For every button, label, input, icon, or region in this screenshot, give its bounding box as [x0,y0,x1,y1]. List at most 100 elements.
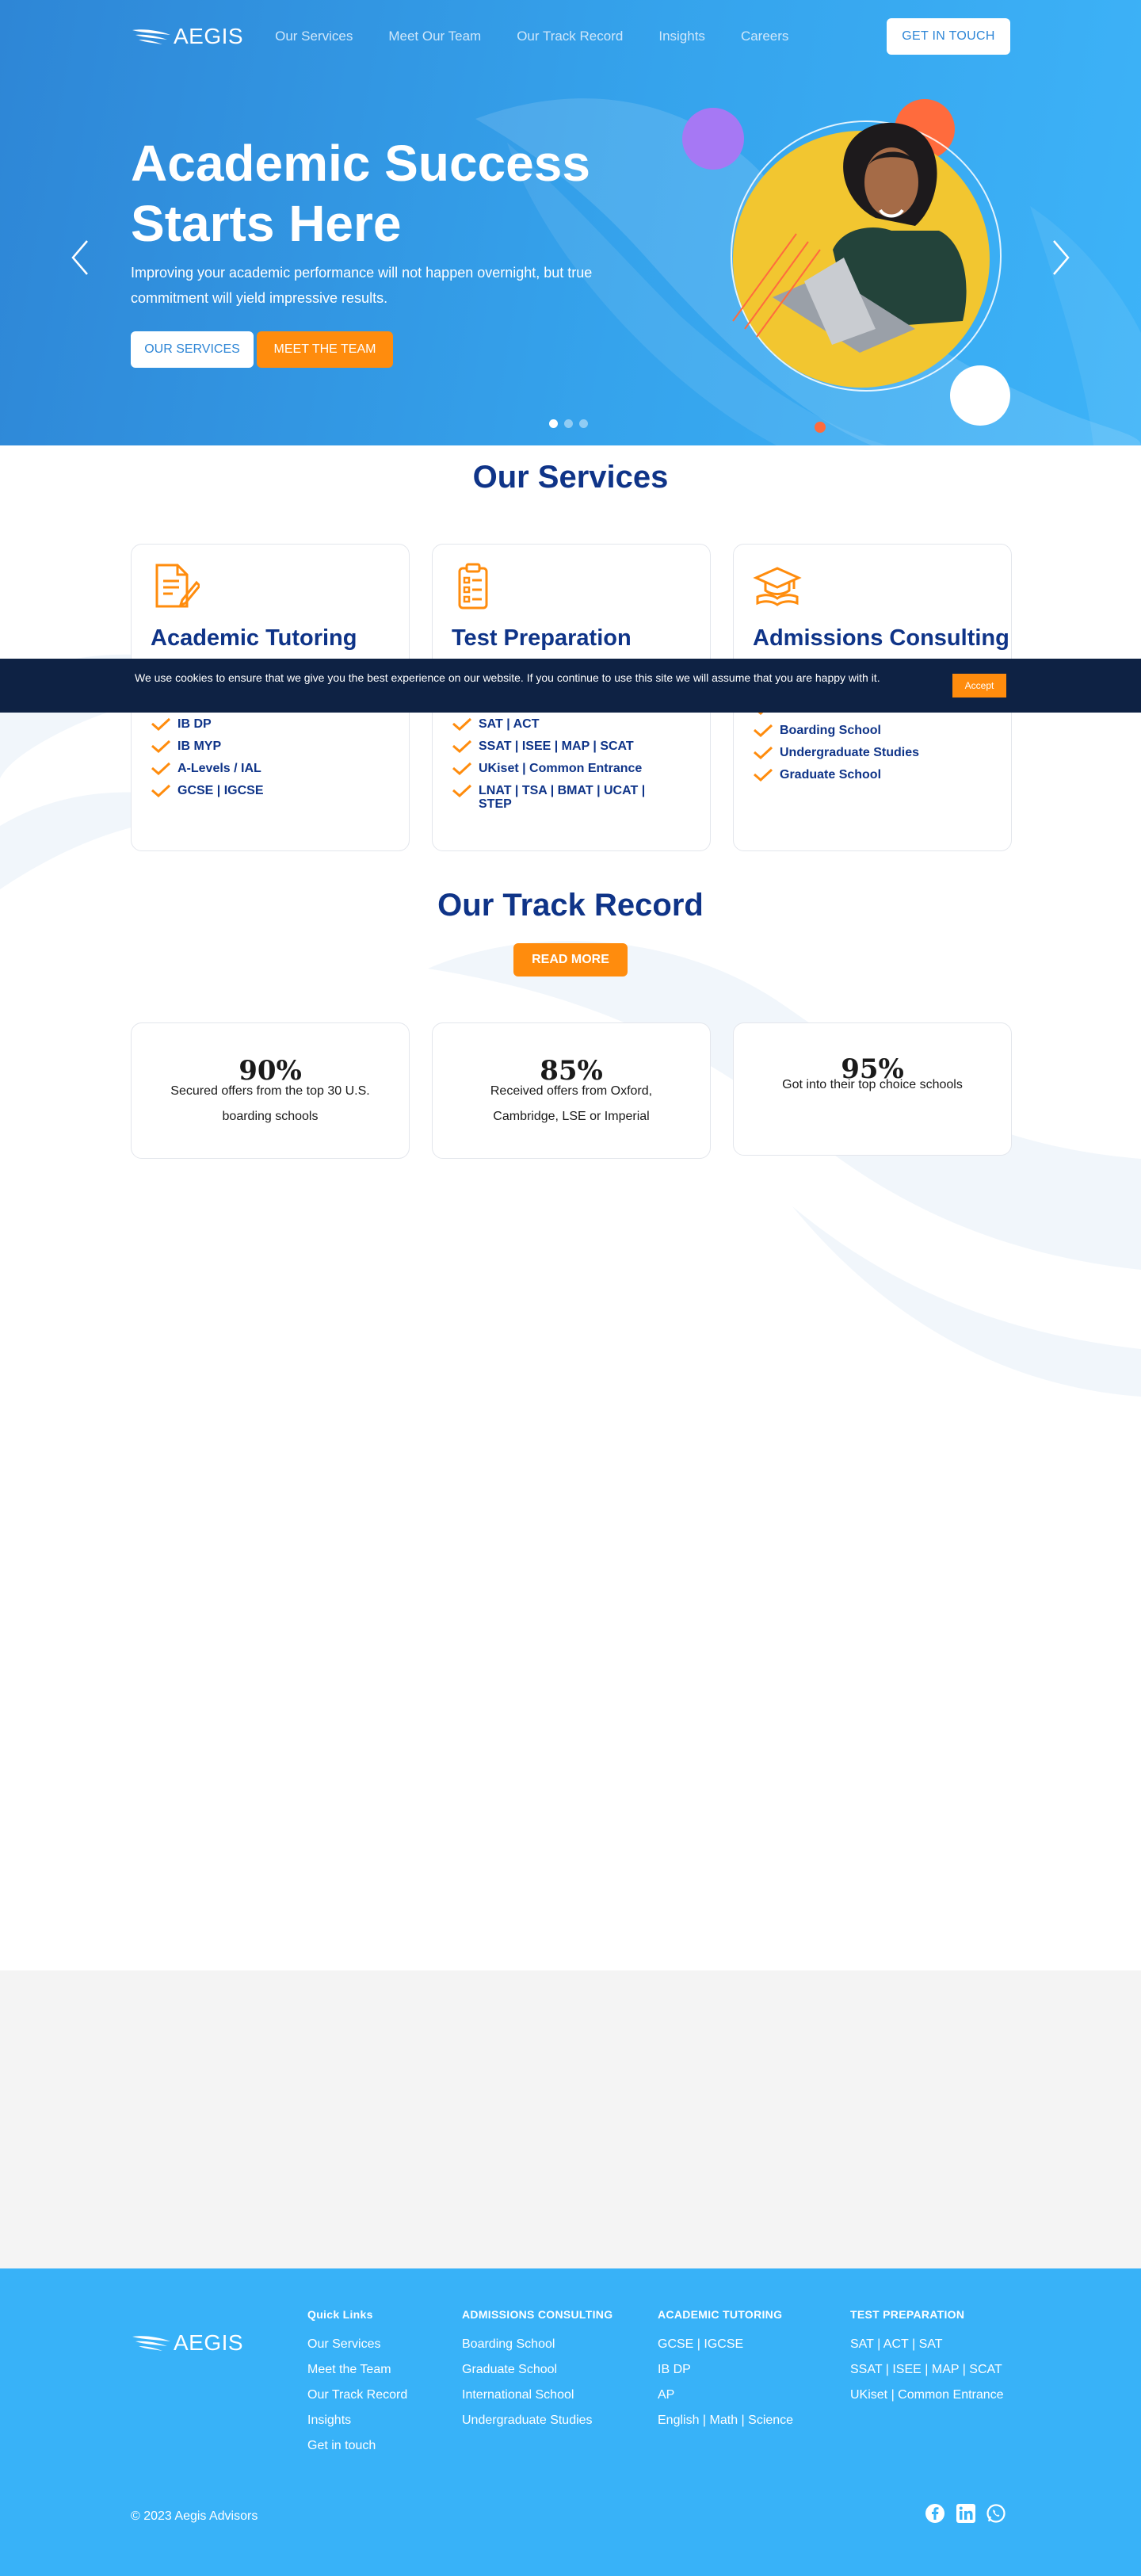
card-title: Admissions Consulting [753,625,1009,651]
chevron-left-icon[interactable] [68,238,92,277]
carousel-dots [549,419,594,428]
carousel-dot-1[interactable] [549,419,558,428]
footer-link[interactable]: SAT | ACT | SAT [850,2332,1004,2357]
hero-illustration [682,99,1010,433]
footer-col-title: Quick Links [307,2308,373,2321]
document-pen-icon [155,564,200,608]
footer-link[interactable]: Graduate School [462,2357,612,2383]
meet-the-team-button[interactable]: MEET THE TEAM [257,331,393,368]
check-icon [452,740,472,753]
hero-subtitle: Improving your academic performance will… [131,265,593,306]
chevron-right-icon[interactable] [1049,238,1073,277]
read-more-button[interactable]: READ MORE [513,943,628,977]
grey-section [0,1970,1141,2268]
stat-text: Received offers from Oxford, Cambridge, … [490,1084,653,1123]
list-item: UKiset | Common Entrance [452,762,666,775]
services-title: Our Services [472,460,669,495]
check-icon [151,717,171,731]
stat-card: 95% Got into their top choice schools [733,1022,1012,1156]
hero-banner: AEGIS Our Services Meet Our Team Our Tra… [0,0,1141,445]
check-icon [452,784,472,797]
orange-dot-decoration [815,422,826,433]
get-in-touch-button[interactable]: GET IN TOUCH [887,18,1010,55]
footer-col-tutoring: ACADEMIC TUTORING GCSE | IGCSE IB DP AP … [658,2308,793,2433]
nav-our-services[interactable]: Our Services [275,29,353,44]
footer-link[interactable]: UKiset | Common Entrance [850,2383,1004,2408]
list-item: LNAT | TSA | BMAT | UCAT | STEP [452,784,666,811]
nav-our-track-record[interactable]: Our Track Record [517,29,623,44]
footer-col-title: TEST PREPARATION [850,2308,965,2321]
wing-logo-icon [132,2336,170,2351]
list-item: IB MYP [151,740,264,753]
check-icon [754,746,773,759]
top-navigation: AEGIS Our Services Meet Our Team Our Tra… [131,17,1010,55]
footer-col-quick-links: Quick Links Our Services Meet the Team O… [307,2308,407,2459]
stat-text: Got into their top choice schools [782,1078,963,1091]
footer-link[interactable]: IB DP [658,2357,793,2383]
aegis-logo[interactable]: AEGIS [131,24,243,49]
purple-circle-decoration [682,108,744,170]
footer-link[interactable]: SSAT | ISEE | MAP | SCAT [850,2357,1004,2383]
service-list: International School Boarding School Und… [753,701,919,790]
list-item: Boarding School [753,724,919,737]
footer-link[interactable]: AP [658,2383,793,2408]
footer-link[interactable]: Boarding School [462,2332,612,2357]
hero-title: Academic Success Starts Here [131,135,590,252]
check-icon [754,724,773,737]
footer-logo[interactable]: AEGIS [131,2330,243,2356]
cookie-text: We use cookies to ensure that we give yo… [135,671,880,684]
footer: AEGIS Quick Links Our Services Meet the … [0,2268,1141,2576]
check-icon [452,762,472,775]
list-item: Graduate School [753,768,919,782]
footer-link[interactable]: Insights [307,2408,407,2433]
service-list: SAT | ACT SSAT | ISEE | MAP | SCAT UKise… [452,717,666,820]
footer-link[interactable]: Our Track Record [307,2383,407,2408]
brand-name: AEGIS [174,24,244,48]
list-item: GCSE | IGCSE [151,784,264,797]
list-item: Undergraduate Studies [753,746,919,759]
footer-link[interactable]: GCSE | IGCSE [658,2332,793,2357]
track-record-title: Our Track Record [437,888,704,923]
graduation-cap-icon [753,567,802,606]
carousel-dot-3[interactable] [579,419,588,428]
service-list: IB DP IB MYP A-Levels / IAL GCSE | IGCSE [151,717,264,806]
nav-careers[interactable]: Careers [741,29,788,44]
stat-card: 85% Received offers from Oxford, Cambrid… [432,1022,711,1159]
nav-links: Our Services Meet Our Team Our Track Rec… [275,29,824,44]
footer-link[interactable]: Undergraduate Studies [462,2408,612,2433]
list-item: IB DP [151,717,264,731]
cookie-accept-button[interactable]: Accept [952,674,1006,698]
clipboard-checklist-icon [458,563,488,610]
footer-link[interactable]: Our Services [307,2332,407,2357]
list-item: SSAT | ISEE | MAP | SCAT [452,740,666,753]
footer-link[interactable]: English | Math | Science [658,2408,793,2433]
whatsapp-icon[interactable] [986,2503,1006,2524]
check-icon [151,784,171,797]
footer-col-title: ADMISSIONS CONSULTING [462,2308,613,2321]
check-icon [151,762,171,775]
brand-name: AEGIS [174,2330,244,2355]
footer-link[interactable]: Meet the Team [307,2357,407,2383]
copyright: © 2023 Aegis Advisors [131,2509,258,2523]
footer-col-title: ACADEMIC TUTORING [658,2308,783,2321]
footer-col-test-prep: TEST PREPARATION SAT | ACT | SAT SSAT | … [850,2308,1004,2408]
list-item: SAT | ACT [452,717,666,731]
facebook-icon[interactable] [925,2503,945,2524]
check-icon [452,717,472,731]
footer-link[interactable]: International School [462,2383,612,2408]
white-circle-decoration [950,365,1010,426]
card-title: Academic Tutoring [151,625,357,651]
nav-meet-our-team[interactable]: Meet Our Team [388,29,481,44]
footer-col-admissions: ADMISSIONS CONSULTING Boarding School Gr… [462,2308,612,2433]
check-icon [151,740,171,753]
footer-link[interactable]: Get in touch [307,2433,407,2459]
nav-insights[interactable]: Insights [658,29,705,44]
stat-card: 90% Secured offers from the top 30 U.S. … [131,1022,410,1159]
check-icon [754,768,773,782]
carousel-dot-2[interactable] [564,419,573,428]
wing-logo-icon [132,29,170,44]
cookie-banner: We use cookies to ensure that we give yo… [0,659,1141,713]
our-services-button[interactable]: OUR SERVICES [131,331,254,368]
linkedin-icon[interactable] [956,2503,976,2524]
list-item: A-Levels / IAL [151,762,264,775]
